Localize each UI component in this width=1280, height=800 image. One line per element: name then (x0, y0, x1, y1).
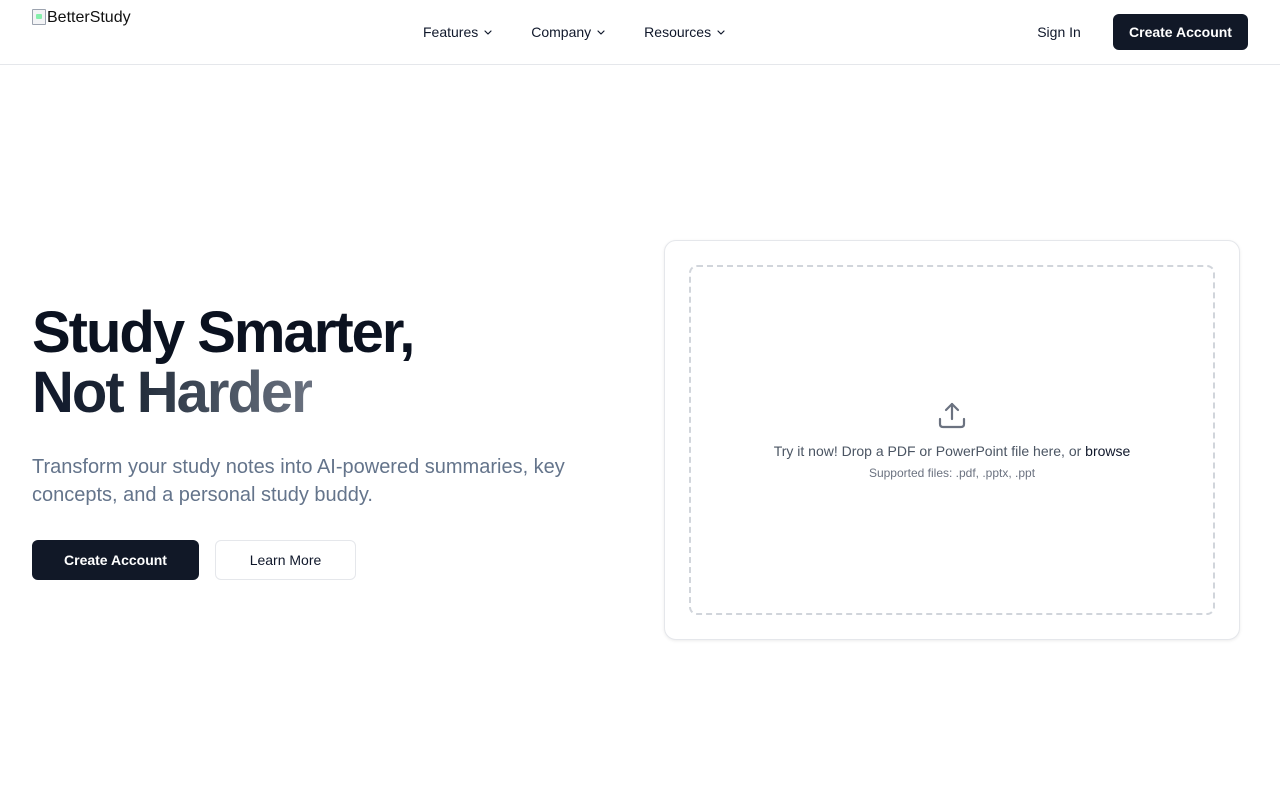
learn-more-button[interactable]: Learn More (215, 540, 356, 580)
nav-item-resources[interactable]: Resources (644, 16, 726, 48)
sign-in-button[interactable]: Sign In (1022, 14, 1096, 50)
hero-create-account-button[interactable]: Create Account (32, 540, 199, 580)
hero-title-line1: Study Smarter, (32, 300, 415, 365)
main-nav: Features Company Resources (423, 0, 726, 64)
logo-alt-text: BetterStudy (47, 9, 131, 26)
drop-prompt-text: Try it now! Drop a PDF or PowerPoint fil… (773, 443, 1086, 459)
nav-item-label: Company (531, 24, 592, 40)
chevron-down-icon (484, 30, 492, 35)
site-header: BetterStudy Features Company Resources S… (0, 0, 1280, 65)
upload-icon (938, 402, 966, 429)
nav-item-company[interactable]: Company (531, 16, 606, 48)
browse-link[interactable]: browse (1085, 443, 1130, 459)
supported-files-text: Supported files: .pdf, .pptx, .ppt (868, 466, 1036, 480)
broken-image-icon (32, 9, 46, 25)
drop-prompt: Try it now! Drop a PDF or PowerPoint fil… (774, 441, 1131, 461)
chevron-down-icon (717, 30, 725, 35)
file-dropzone[interactable]: Try it now! Drop a PDF or PowerPoint fil… (689, 265, 1215, 615)
logo[interactable]: BetterStudy (32, 8, 131, 28)
hero-subtitle: Transform your study notes into AI-power… (32, 456, 565, 506)
nav-item-label: Resources (644, 24, 712, 40)
upload-card: Try it now! Drop a PDF or PowerPoint fil… (664, 240, 1240, 640)
header-create-account-button[interactable]: Create Account (1113, 14, 1248, 50)
nav-item-features[interactable]: Features (423, 16, 493, 48)
nav-item-label: Features (423, 24, 479, 40)
hero-title-line2: Not Harder (32, 360, 314, 425)
hero-actions: Create Account Learn More (32, 540, 356, 580)
hero-title: Study Smarter, Not Harder (32, 303, 632, 423)
chevron-down-icon (597, 30, 605, 35)
